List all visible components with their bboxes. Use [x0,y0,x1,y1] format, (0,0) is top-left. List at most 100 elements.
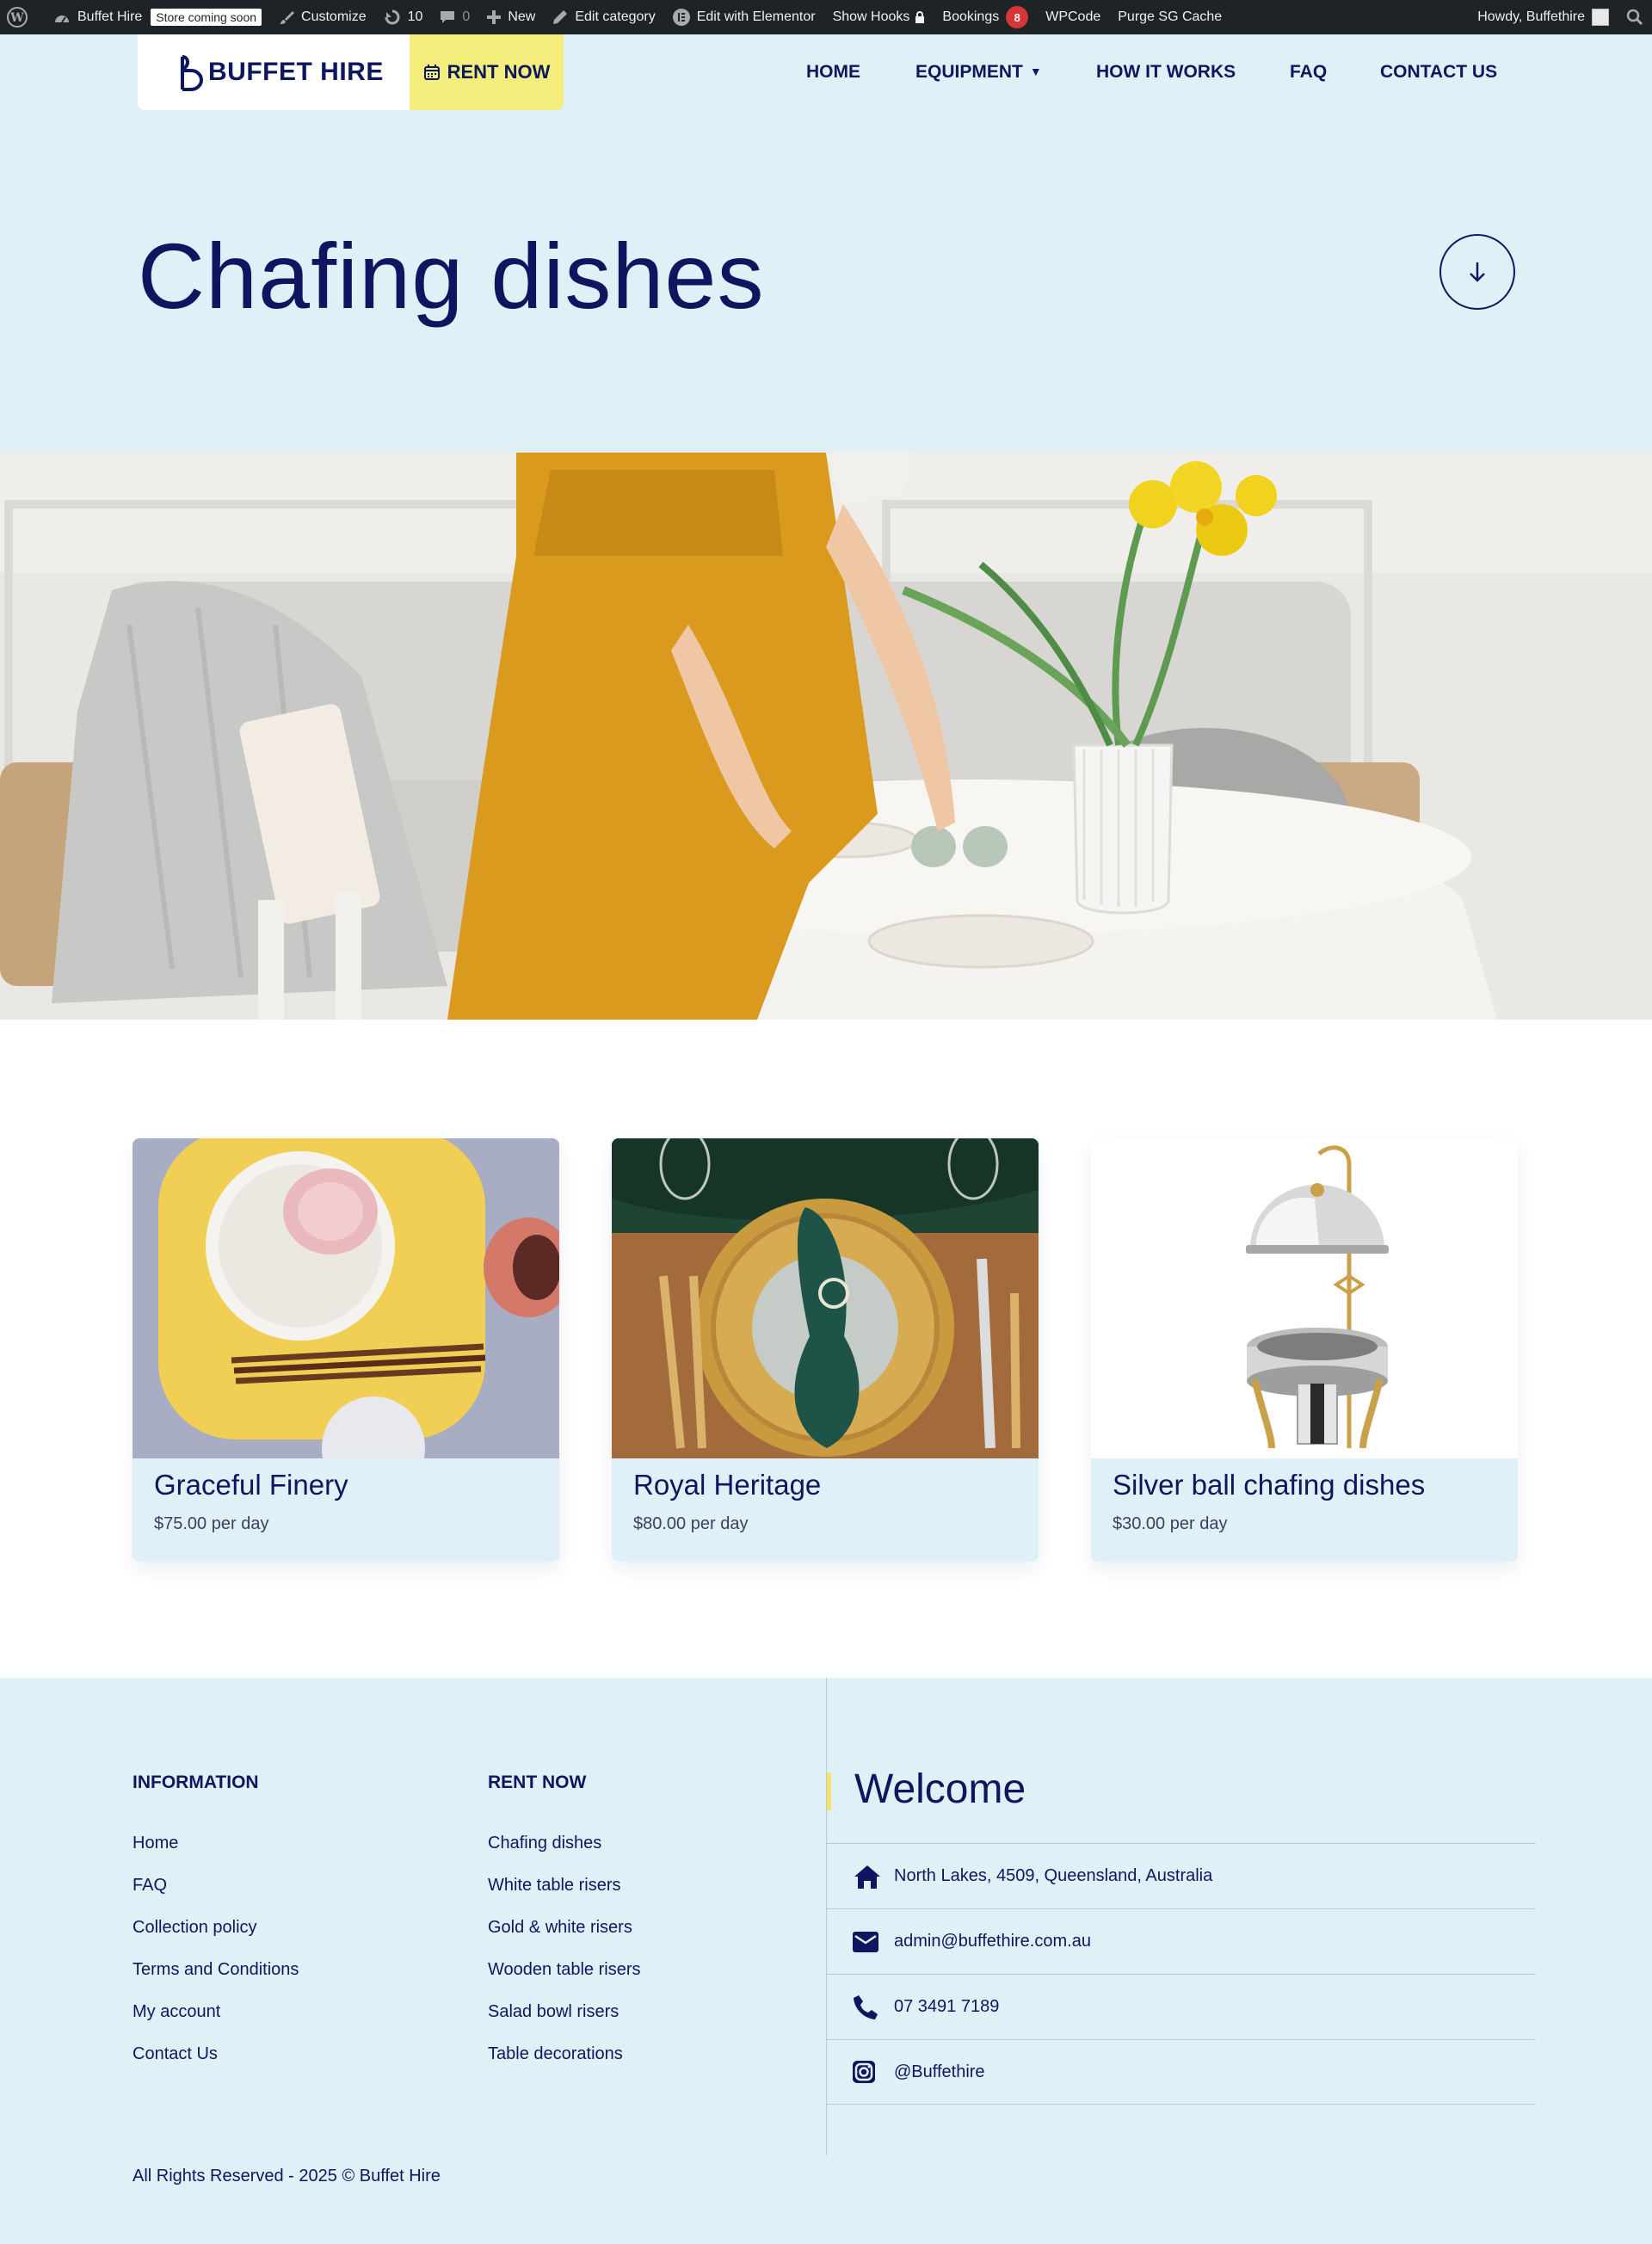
nav-equipment-label: EQUIPMENT [915,62,1023,82]
product-name: Silver ball chafing dishes [1113,1469,1426,1501]
updates-icon [385,9,400,25]
footer-link-faq[interactable]: FAQ [133,1875,299,1917]
comments-count: 0 [462,9,471,24]
footer-link-chafing-dishes[interactable]: Chafing dishes [488,1833,641,1875]
footer-information-title: INFORMATION [133,1772,259,1792]
nav-equipment[interactable]: EQUIPMENT ▼ [915,62,1042,83]
product-price: $75.00 per day [154,1514,269,1533]
site-name-label: Buffet Hire [77,9,143,24]
admin-edit-category[interactable]: Edit category [544,0,663,34]
purge-cache-label: Purge SG Cache [1118,9,1223,24]
nav-how-it-works[interactable]: HOW IT WORKS [1096,62,1236,83]
admin-search[interactable] [1618,0,1652,34]
footer-rent-now-title: RENT NOW [488,1772,587,1792]
footer-link-white-table-risers[interactable]: White table risers [488,1875,641,1917]
search-icon [1626,9,1643,26]
product-grid: Graceful Finery $75.00 per day Royal Her… [0,1020,1652,1678]
new-label: New [508,9,536,24]
main-nav: HOME EQUIPMENT ▼ HOW IT WORKS FAQ CONTACT… [0,62,1652,88]
product-image-silver-ball-chafing-dishes [1091,1138,1518,1458]
footer-link-gold-white-risers[interactable]: Gold & white risers [488,1917,641,1959]
footer-link-table-decorations[interactable]: Table decorations [488,2044,641,2086]
footer-link-collection-policy[interactable]: Collection policy [133,1917,299,1959]
footer-rent-now-links: Chafing dishes White table risers Gold &… [488,1833,641,2086]
admin-show-hooks[interactable]: Show Hooks [824,0,934,34]
brush-icon [280,11,295,24]
instagram-handle: @Buffethire [894,2062,985,2081]
product-image-royal-heritage [612,1138,1039,1458]
product-card-silver-ball-chafing-dishes[interactable]: Silver ball chafing dishes $30.00 per da… [1091,1138,1518,1562]
admin-bar: W Buffet Hire Store coming soon Customiz… [0,0,1652,34]
hero-photo [0,453,1652,1020]
footer-link-wooden-table-risers[interactable]: Wooden table risers [488,1959,641,2001]
contact-address: North Lakes, 4509, Queensland, Australia [827,1843,1536,1908]
footer-link-salad-bowl-risers[interactable]: Salad bowl risers [488,2001,641,2044]
site-footer: INFORMATION Home FAQ Collection policy T… [0,1678,1652,2244]
avatar [1592,9,1609,26]
lock-icon [915,11,925,23]
nav-contact-us[interactable]: CONTACT US [1380,62,1497,83]
product-name: Graceful Finery [154,1469,348,1501]
admin-bookings[interactable]: Bookings 8 [934,0,1037,34]
product-card-royal-heritage[interactable]: Royal Heritage $80.00 per day [612,1138,1039,1562]
footer-link-contact-us[interactable]: Contact Us [133,2044,299,2086]
address-text: North Lakes, 4509, Queensland, Australia [894,1866,1213,1885]
edit-elementor-label: Edit with Elementor [696,9,816,24]
email-text: admin@buffethire.com.au [894,1932,1091,1951]
show-hooks-label: Show Hooks [832,9,910,24]
phone-icon [853,1994,882,2020]
chevron-down-icon: ▼ [1029,65,1042,78]
footer-link-terms[interactable]: Terms and Conditions [133,1959,299,2001]
scroll-down-button[interactable] [1439,234,1515,310]
arrow-down-icon [1470,262,1485,282]
wpcode-label: WPCode [1045,9,1101,24]
product-price: $80.00 per day [633,1514,749,1533]
bookings-label: Bookings [942,9,1000,24]
store-coming-soon-badge: Store coming soon [151,9,262,26]
plus-icon [487,10,502,24]
admin-edit-elementor[interactable]: Edit with Elementor [664,0,824,34]
admin-comments[interactable]: 0 [431,0,478,34]
customize-label: Customize [301,9,367,24]
contact-instagram[interactable]: @Buffethire [827,2039,1536,2105]
welcome-accent-bar [827,1772,831,1810]
admin-updates[interactable]: 10 [375,0,432,34]
page-title: Chafing dishes [138,224,765,328]
nav-faq[interactable]: FAQ [1290,62,1327,83]
footer-information-links: Home FAQ Collection policy Terms and Con… [133,1833,299,2086]
pencil-icon [553,10,568,24]
envelope-icon [853,1931,882,1952]
admin-site-name[interactable]: Buffet Hire [45,0,151,34]
edit-category-label: Edit category [575,9,656,24]
updates-count: 10 [407,9,423,24]
instagram-icon [853,2061,882,2083]
product-image-graceful-finery [133,1138,559,1458]
phone-text: 07 3491 7189 [894,1997,1000,2016]
dashboard-icon [55,15,69,23]
wordpress-logo-icon[interactable]: W [0,0,45,34]
footer-link-my-account[interactable]: My account [133,2001,299,2044]
footer-link-home[interactable]: Home [133,1833,299,1875]
bookings-count-badge: 8 [1006,6,1029,28]
howdy-label: Howdy, Buffethire [1477,9,1585,24]
product-name: Royal Heritage [633,1469,822,1501]
product-price: $30.00 per day [1113,1514,1228,1533]
elementor-icon [672,9,690,26]
admin-new[interactable]: New [478,0,544,34]
footer-welcome-heading: Welcome [854,1766,1026,1812]
nav-home[interactable]: HOME [806,62,860,83]
comment-icon [441,11,455,23]
home-icon [853,1864,882,1890]
svg-text:W: W [9,11,24,25]
store-status[interactable]: Store coming soon [151,0,270,34]
contact-email[interactable]: admin@buffethire.com.au [827,1908,1536,1974]
contact-phone[interactable]: 07 3491 7189 [827,1974,1536,2039]
table-setting-photo [0,453,1652,1020]
product-card-graceful-finery[interactable]: Graceful Finery $75.00 per day [133,1138,559,1562]
admin-wpcode[interactable]: WPCode [1037,0,1109,34]
admin-account[interactable]: Howdy, Buffethire [1469,0,1618,34]
admin-purge-cache[interactable]: Purge SG Cache [1109,0,1230,34]
hero-section: BUFFET HIRE RENT NOW HOME EQUIPMENT ▼ HOW… [0,34,1652,453]
copyright-text: All Rights Reserved - 2025 © Buffet Hire [133,2167,441,2185]
admin-customize[interactable]: Customize [270,0,375,34]
